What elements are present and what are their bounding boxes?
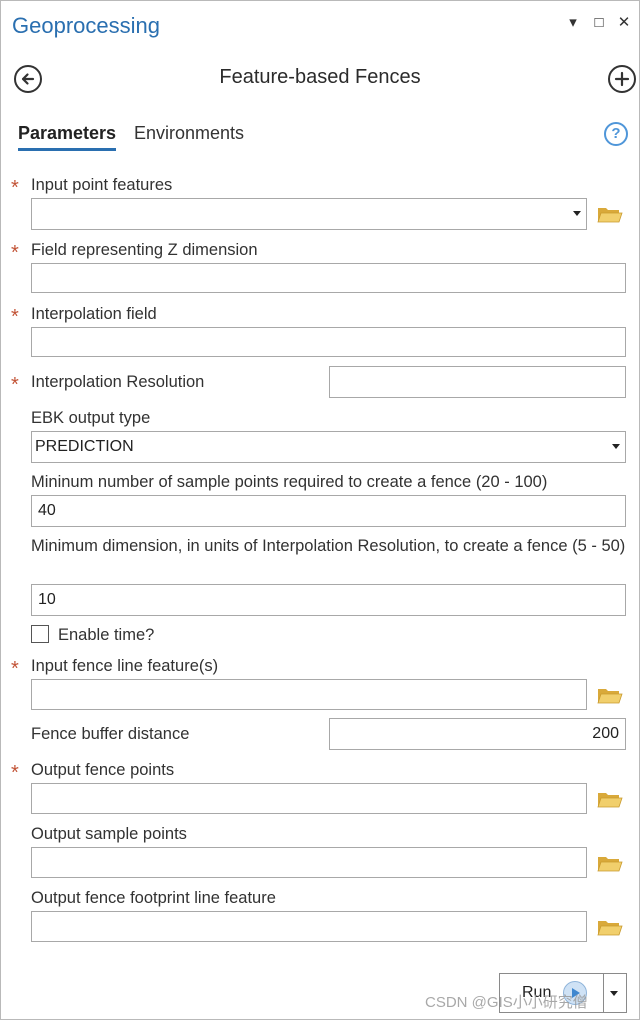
fence-buffer-distance-label: Fence buffer distance — [31, 725, 190, 743]
tool-title: Feature-based Fences — [219, 66, 421, 88]
fence-buffer-distance-input[interactable] — [329, 718, 626, 750]
enable-time-checkbox[interactable] — [31, 625, 49, 643]
help-icon[interactable]: ? — [604, 122, 628, 146]
watermark: CSDN @GIS小小研究僧 — [425, 994, 588, 1011]
run-options-chevron-icon[interactable] — [610, 991, 618, 996]
z-field-input[interactable] — [31, 263, 626, 293]
back-arrow-icon — [21, 73, 35, 85]
required-marker: * — [11, 242, 19, 264]
chevron-down-icon — [573, 211, 581, 216]
output-fence-points-input[interactable] — [31, 783, 587, 814]
interpolation-field-input[interactable] — [31, 327, 626, 357]
output-fence-points-label: Output fence points — [31, 761, 175, 779]
min-dimension-label: Minimum dimension, in units of Interpola… — [31, 537, 626, 555]
fence-line-features-label: Input fence line feature(s) — [31, 657, 219, 675]
folder-browse-icon[interactable] — [597, 789, 623, 809]
required-marker: * — [11, 374, 19, 396]
close-icon[interactable]: ✕ — [615, 13, 633, 33]
interpolation-field-label: Interpolation field — [31, 305, 157, 323]
title-bar: Geoprocessing ▾ □ ✕ — [1, 1, 639, 53]
fence-line-features-input[interactable] — [31, 679, 587, 710]
run-split-divider — [603, 974, 604, 1012]
min-sample-points-input[interactable] — [31, 495, 626, 527]
pane-menu-icon[interactable]: ▾ — [564, 13, 582, 33]
required-marker: * — [11, 658, 19, 680]
add-button[interactable] — [608, 65, 636, 93]
ebk-output-type-select[interactable]: PREDICTION — [31, 431, 626, 463]
folder-browse-icon[interactable] — [597, 204, 623, 224]
chevron-down-icon — [612, 444, 620, 449]
min-sample-points-label: Mininum number of sample points required… — [31, 473, 548, 491]
back-button[interactable] — [14, 65, 42, 93]
interpolation-resolution-label: Interpolation Resolution — [31, 373, 205, 391]
folder-browse-icon[interactable] — [597, 685, 623, 705]
required-marker: * — [11, 177, 19, 199]
min-dimension-input[interactable] — [31, 584, 626, 616]
required-marker: * — [11, 762, 19, 784]
folder-browse-icon[interactable] — [597, 853, 623, 873]
required-marker: * — [11, 306, 19, 328]
tab-environments[interactable]: Environments — [134, 123, 244, 148]
output-sample-points-input[interactable] — [31, 847, 587, 878]
tab-parameters[interactable]: Parameters — [18, 123, 117, 151]
enable-time-label: Enable time? — [58, 626, 155, 644]
output-footprint-label: Output fence footprint line feature — [31, 889, 276, 907]
output-sample-points-label: Output sample points — [31, 825, 187, 843]
output-footprint-input[interactable] — [31, 911, 587, 942]
input-point-features-label: Input point features — [31, 176, 173, 194]
pane-title: Geoprocessing — [12, 13, 160, 38]
z-field-label: Field representing Z dimension — [31, 241, 258, 259]
plus-icon — [614, 71, 630, 87]
maximize-icon[interactable]: □ — [590, 13, 608, 33]
input-point-features-select[interactable] — [31, 198, 587, 230]
ebk-output-type-value: PREDICTION — [35, 438, 134, 455]
folder-browse-icon[interactable] — [597, 917, 623, 937]
tool-header: Feature-based Fences — [1, 57, 639, 101]
geoprocessing-pane: Geoprocessing ▾ □ ✕ Feature-based Fences… — [0, 0, 640, 1020]
interpolation-resolution-input[interactable] — [329, 366, 626, 398]
tab-bar: Parameters Environments ? — [1, 119, 639, 155]
ebk-output-type-label: EBK output type — [31, 409, 151, 427]
